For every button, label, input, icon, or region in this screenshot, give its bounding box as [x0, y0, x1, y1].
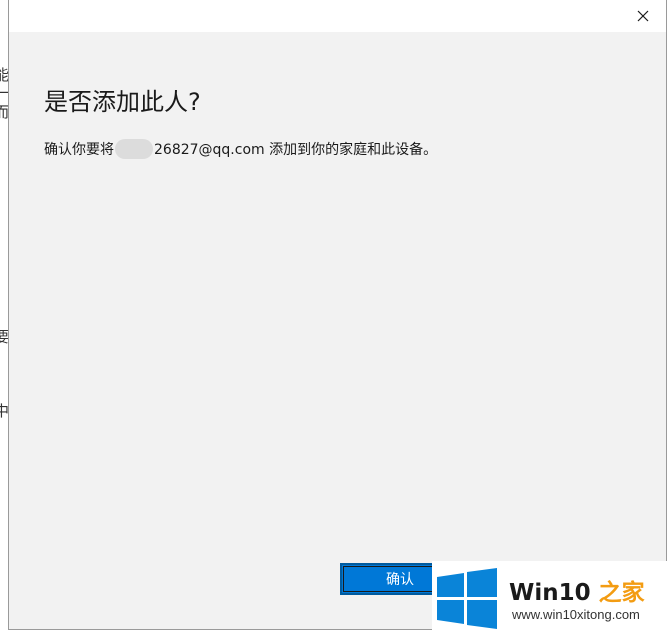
- close-icon: [637, 7, 649, 26]
- confirmation-message: 确认你要将 26827@qq.com 添加到你的家庭和此设备。: [44, 139, 437, 160]
- screen: 能 一 而 要 中 是否添加此人? 确认你要将 26827@qq.com 添加到你…: [0, 0, 668, 640]
- message-prefix: 确认你要将: [44, 142, 114, 158]
- watermark-brand: Win10 之家: [509, 573, 645, 607]
- windows-logo-icon: [435, 567, 499, 635]
- watermark-url: www.win10xitong.com: [512, 607, 640, 622]
- close-button[interactable]: [620, 0, 666, 32]
- redacted-email-part: [115, 139, 153, 159]
- add-person-dialog: 是否添加此人? 确认你要将 26827@qq.com 添加到你的家庭和此设备。 确…: [8, 0, 667, 630]
- dialog-titlebar: [9, 0, 666, 32]
- watermark: Win10 之家 www.win10xitong.com: [432, 561, 668, 640]
- message-rest: 添加到你的家庭和此设备。: [264, 142, 438, 158]
- watermark-brand-accent: 之家: [598, 580, 645, 606]
- dialog-title: 是否添加此人?: [44, 88, 201, 116]
- message-email: 26827@qq.com: [154, 142, 265, 158]
- watermark-brand-main: Win10: [509, 580, 599, 606]
- watermark-decoration: [492, 631, 662, 640]
